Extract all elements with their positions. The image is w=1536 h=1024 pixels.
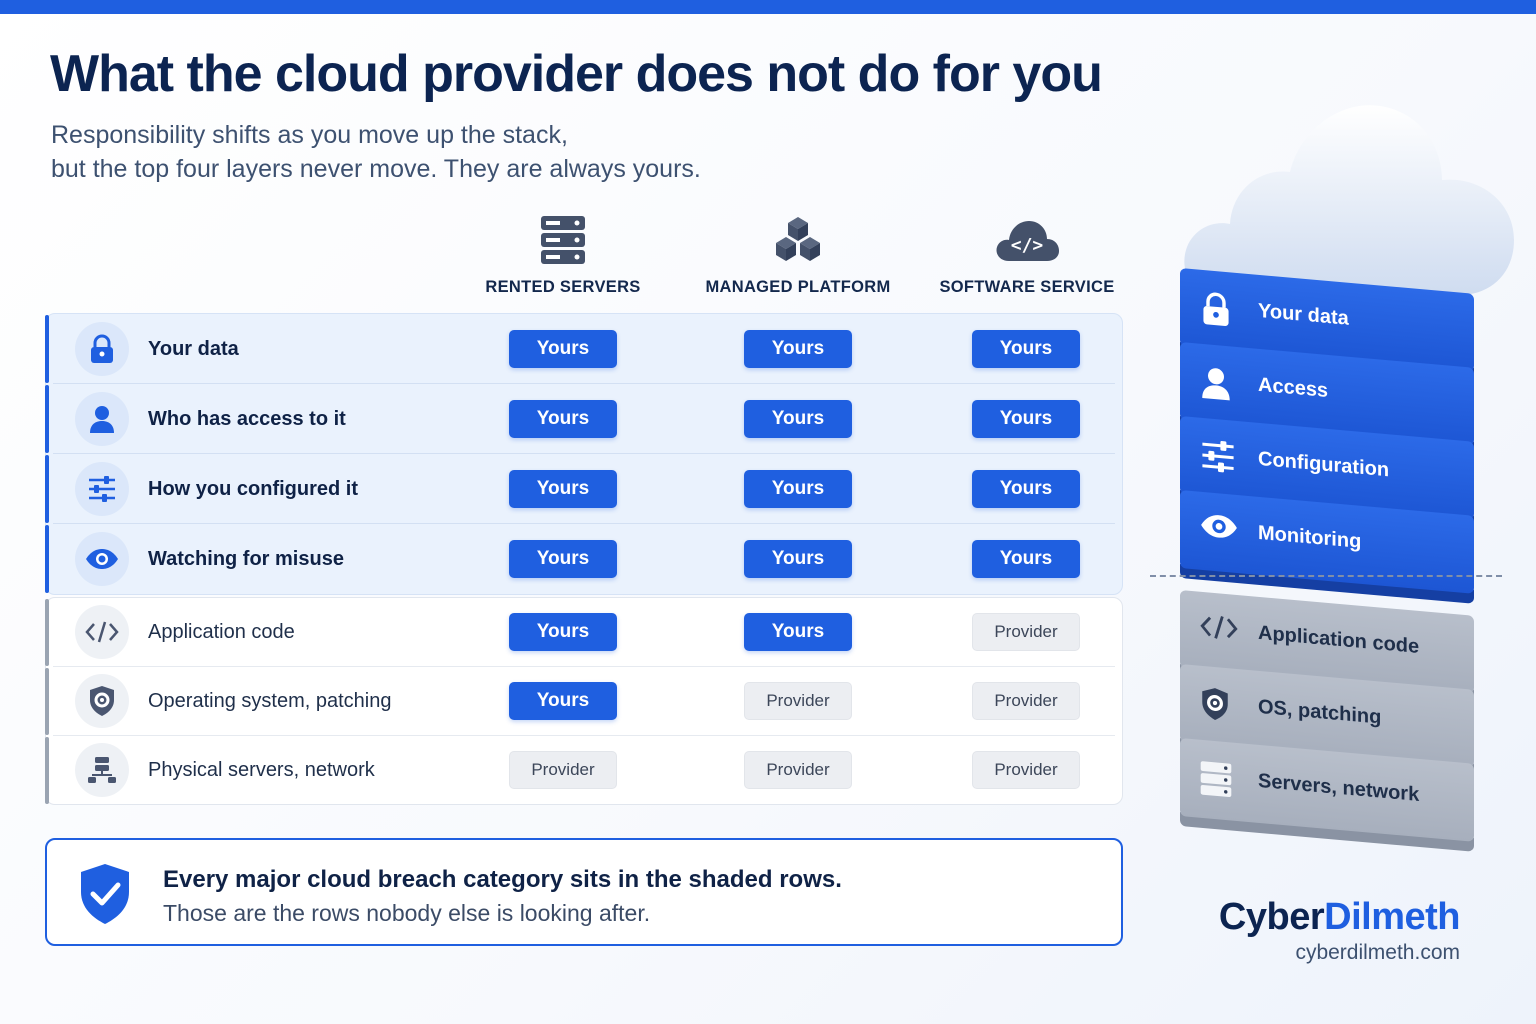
row-icon (75, 462, 129, 516)
table-row-application-code: Application code Yours Yours Provider (45, 598, 1123, 667)
user-icon (90, 406, 114, 433)
cell-rented-servers: Yours (509, 400, 617, 438)
cell-managed-platform: Yours (744, 540, 852, 578)
cell-software-service: Yours (972, 400, 1080, 438)
lock-icon (1203, 292, 1229, 326)
row-icon (75, 674, 129, 728)
sliders-icon (89, 476, 115, 502)
cell-rented-servers: Provider (509, 751, 617, 789)
cell-rented-servers: Yours (509, 613, 617, 651)
breach-callout: Every major cloud breach category sits i… (45, 838, 1123, 946)
cell-managed-platform: Yours (744, 400, 852, 438)
callout-headline: Every major cloud breach category sits i… (163, 866, 842, 893)
cell-rented-servers: Yours (509, 540, 617, 578)
row-label: Who has access to it (148, 408, 346, 430)
brand-block: CyberDilmeth cyberdilmeth.com (1218, 896, 1461, 965)
cell-rented-servers: Yours (509, 470, 617, 508)
svg-text:</>: </> (1011, 235, 1044, 256)
row-icon (75, 532, 129, 586)
cell-software-service: Provider (972, 613, 1080, 651)
table-row-os-patching: Operating system, patching Yours Provide… (45, 667, 1123, 736)
row-label: Physical servers, network (148, 759, 375, 781)
cell-managed-platform: Yours (744, 470, 852, 508)
row-accent (45, 668, 49, 735)
table-row-physical-servers: Physical servers, network Provider Provi… (45, 736, 1123, 805)
cell-managed-platform: Yours (744, 330, 852, 368)
responsibility-stack-illustration: Your data Access Configuration Monitorin… (1140, 80, 1530, 860)
callout-subtext: Those are the rows nobody else is lookin… (163, 900, 651, 926)
top-accent-bar (0, 0, 1536, 14)
eye-icon (1201, 515, 1237, 538)
row-accent (45, 385, 49, 453)
subtitle-line-2: but the top four layers never move. They… (51, 155, 701, 183)
column-header-rented-servers: RENTED SERVERS (448, 208, 678, 297)
page-title: What the cloud provider does not do for … (50, 45, 1103, 103)
brand-name-part-2: Dilmeth (1324, 896, 1460, 938)
subtitle-line-1: Responsibility shifts as you move up the… (51, 121, 568, 149)
code-icon (1200, 616, 1238, 639)
row-label: Operating system, patching (148, 690, 392, 712)
shield-gear-icon (90, 686, 114, 716)
table-row-access: Who has access to it Yours Yours Yours (45, 384, 1123, 454)
cell-rented-servers: Yours (509, 682, 617, 720)
row-accent (45, 737, 49, 804)
eye-icon (86, 549, 118, 569)
lock-icon (91, 334, 113, 363)
responsibility-divider-line (1150, 575, 1502, 577)
row-icon (75, 322, 129, 376)
cell-software-service: Yours (972, 470, 1080, 508)
column-label: MANAGED PLATFORM (705, 278, 891, 296)
cell-software-service: Provider (972, 751, 1080, 789)
cell-managed-platform: Provider (744, 751, 852, 789)
column-header-software-service: </> SOFTWARE SERVICE (912, 208, 1142, 297)
row-label: Your data (148, 338, 239, 360)
cell-software-service: Provider (972, 682, 1080, 720)
cloud-code-icon: </> (996, 221, 1059, 261)
sliders-icon (1202, 441, 1234, 473)
brand-name-part-1: Cyber (1218, 896, 1325, 938)
shield-check-icon (81, 864, 129, 924)
cell-managed-platform: Provider (744, 682, 852, 720)
cell-managed-platform: Yours (744, 613, 852, 651)
table-row-configuration: How you configured it Yours Yours Yours (45, 454, 1123, 524)
column-label: RENTED SERVERS (485, 278, 641, 296)
row-label: Application code (148, 621, 295, 643)
column-header-managed-platform: MANAGED PLATFORM (683, 208, 913, 297)
row-icon (75, 605, 129, 659)
cubes-icon (776, 217, 820, 261)
cell-software-service: Yours (972, 330, 1080, 368)
brand-logo: CyberDilmeth (1218, 896, 1461, 939)
brand-url: cyberdilmeth.com (1295, 941, 1460, 964)
row-accent (45, 599, 49, 666)
row-icon (75, 392, 129, 446)
row-accent (45, 455, 49, 523)
row-label: How you configured it (148, 478, 358, 500)
cell-software-service: Yours (972, 540, 1080, 578)
server-rack-icon (1200, 761, 1232, 798)
row-accent (45, 315, 49, 383)
user-icon (1202, 368, 1230, 401)
column-label: SOFTWARE SERVICE (939, 278, 1115, 296)
row-label: Watching for misuse (148, 548, 344, 570)
page-subtitle: Responsibility shifts as you move up the… (51, 118, 701, 186)
shield-gear-icon (1202, 688, 1228, 720)
server-rack-icon (541, 216, 585, 264)
cell-rented-servers: Yours (509, 330, 617, 368)
row-icon (75, 743, 129, 797)
table-row-your-data: Your data Yours Yours Yours (45, 314, 1123, 384)
table-row-monitoring: Watching for misuse Yours Yours Yours (45, 524, 1123, 594)
row-accent (45, 525, 49, 593)
code-icon (85, 621, 119, 643)
network-icon (88, 757, 116, 783)
